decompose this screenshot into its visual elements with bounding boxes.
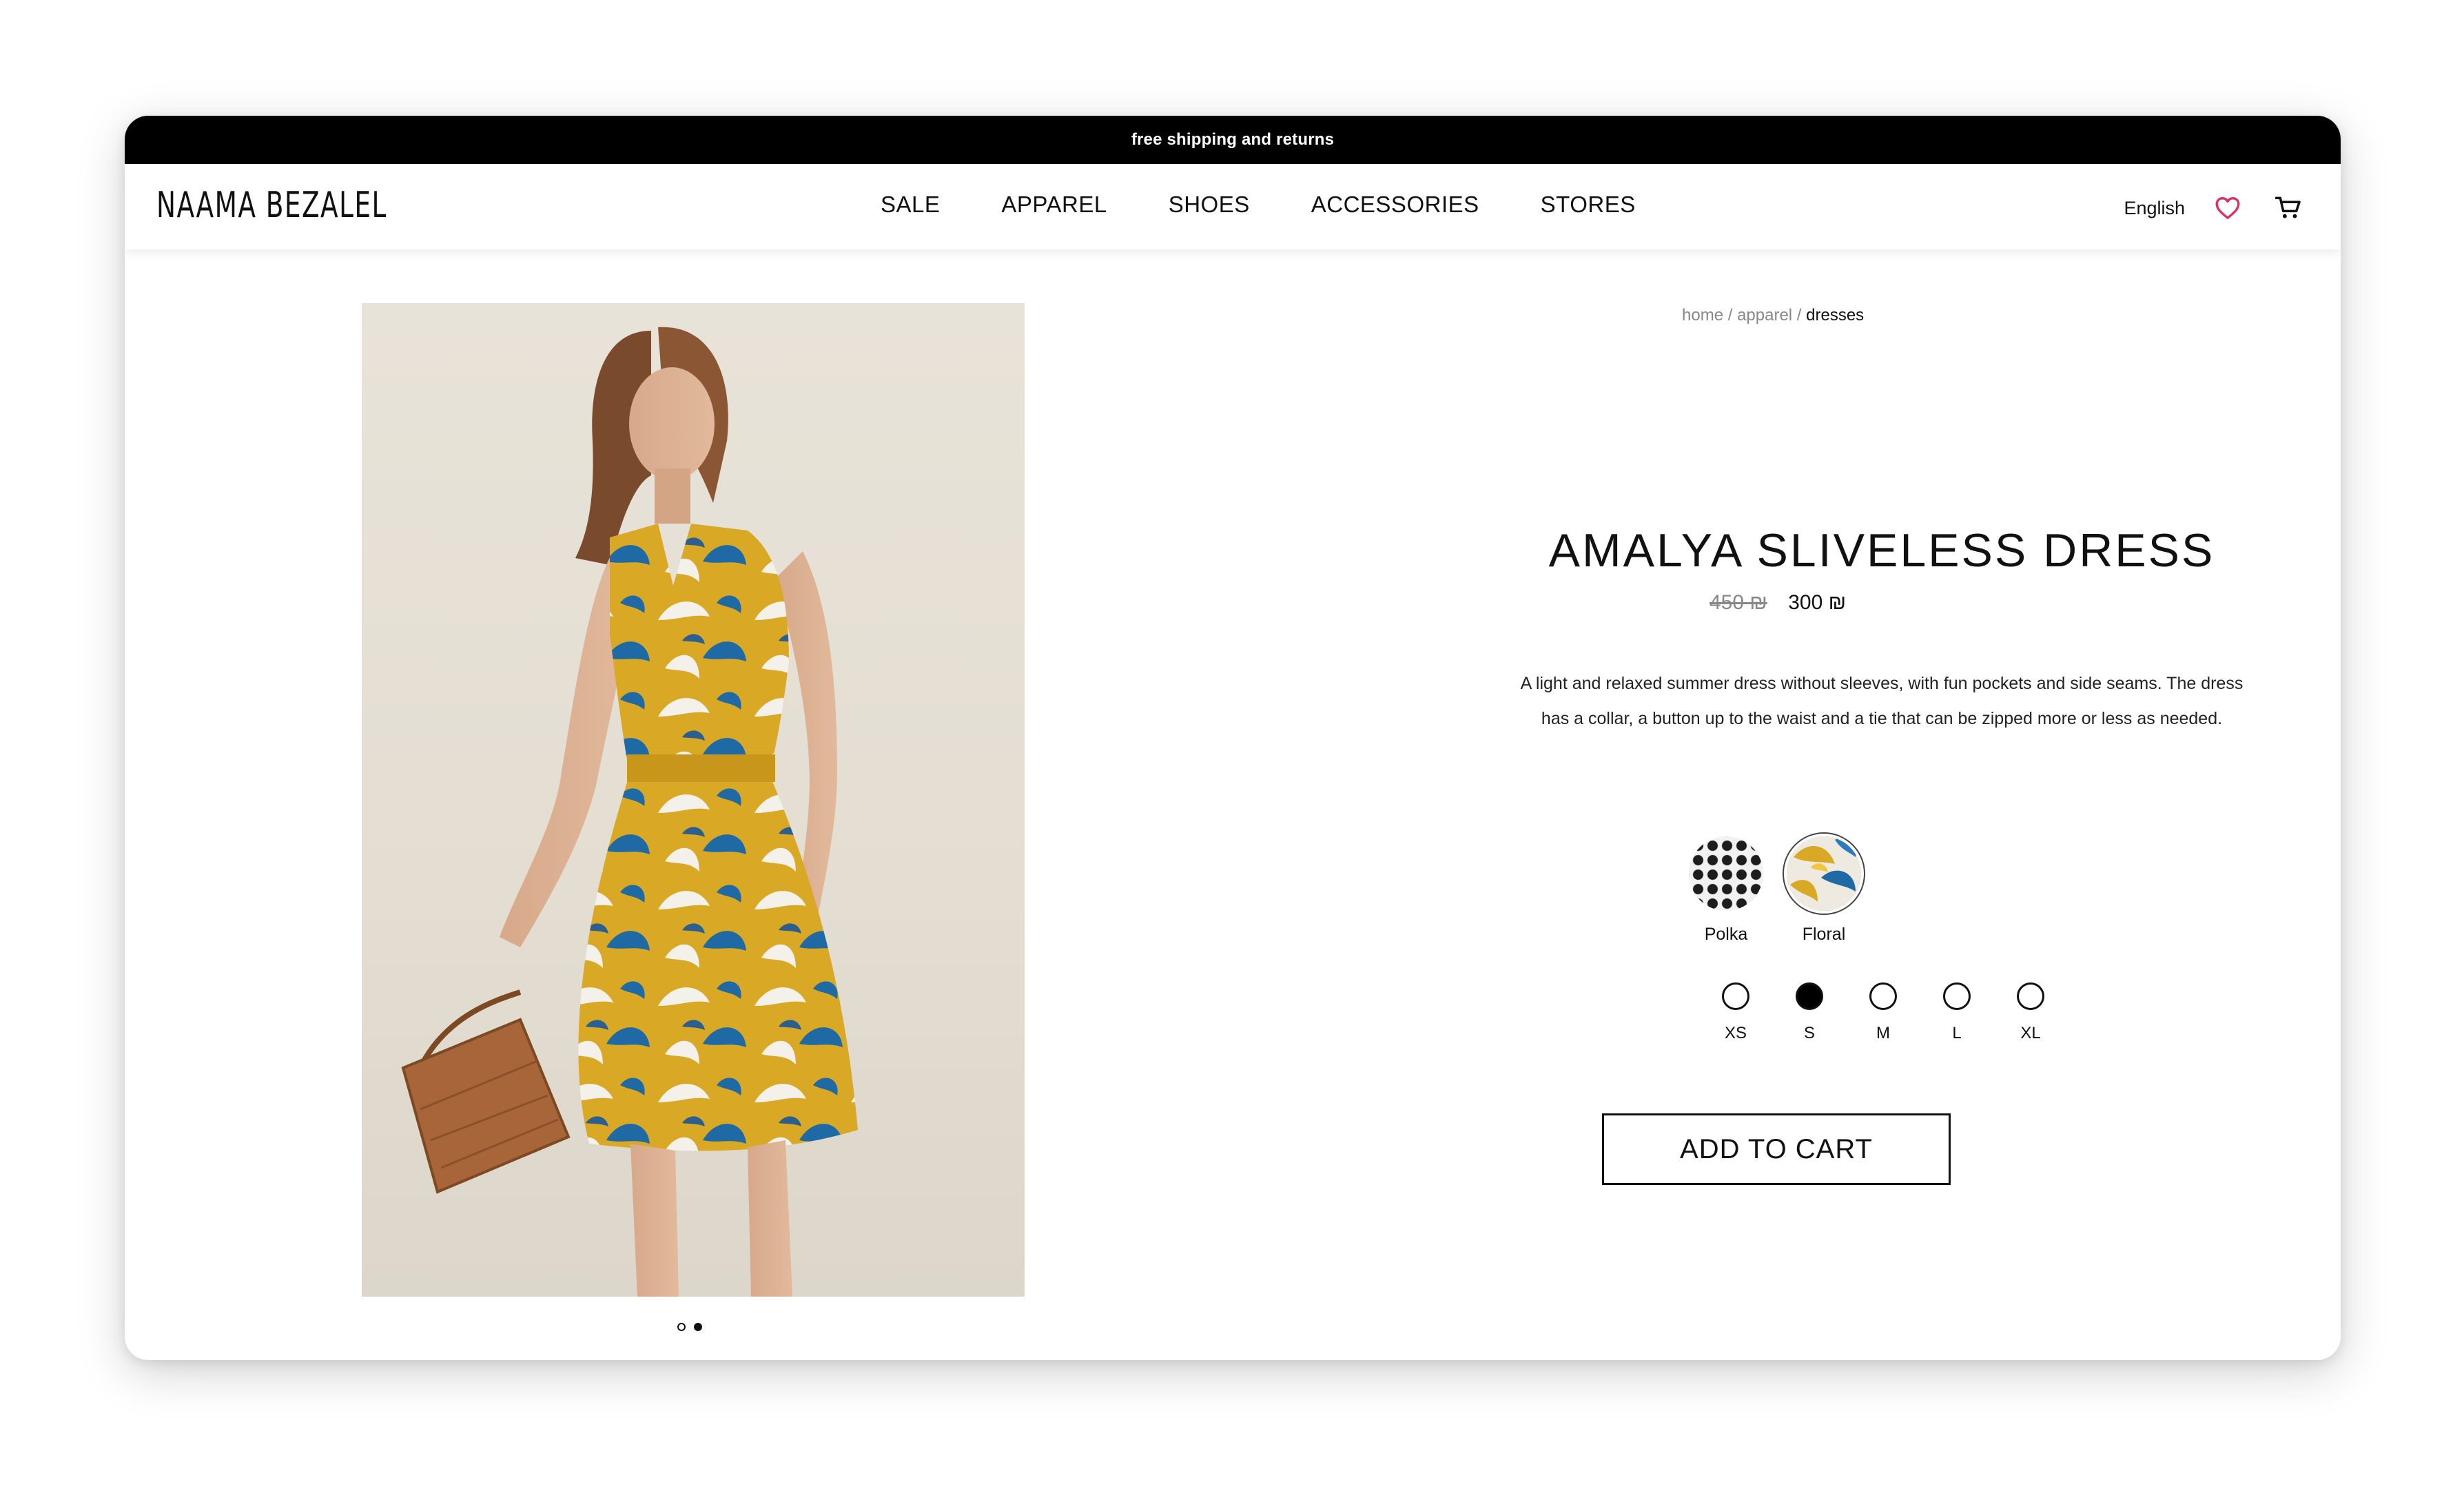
size-label: L	[1952, 1024, 1962, 1042]
cart-icon	[2275, 196, 2301, 218]
product-description: A light and relaxed summer dress without…	[1520, 674, 2244, 728]
swatch-label: Floral	[1802, 925, 1846, 944]
size-option-xl[interactable]: XL	[2017, 982, 2044, 1043]
breadcrumb-home[interactable]: home	[1682, 306, 1723, 325]
add-to-cart-button[interactable]: ADD TO CART	[1602, 1113, 1951, 1185]
main-nav: SALE APPAREL SHOES ACCESSORIES STORES	[881, 192, 1636, 218]
size-radio[interactable]	[2017, 982, 2044, 1010]
size-label: M	[1876, 1024, 1890, 1042]
nav-item-shoes[interactable]: SHOES	[1169, 192, 1250, 218]
size-label: XL	[2020, 1024, 2041, 1042]
nav-item-accessories[interactable]: ACCESSORIES	[1311, 192, 1479, 218]
size-option-m[interactable]: M	[1869, 982, 1897, 1043]
product-title: AMALYA SLIVELESS DRESS	[1548, 524, 2215, 577]
size-option-s[interactable]: S	[1796, 982, 1823, 1043]
nav-item-sale[interactable]: SALE	[881, 192, 940, 218]
promo-text: free shipping and returns	[1131, 130, 1335, 149]
original-price: 450 ₪	[1710, 591, 1767, 614]
nav-item-stores[interactable]: STORES	[1541, 192, 1636, 218]
size-radio[interactable]	[1943, 982, 1971, 1010]
size-radio[interactable]	[1722, 982, 1749, 1010]
product-price: 450 ₪ 300 ₪	[1710, 591, 2054, 615]
image-carousel-dots	[677, 1323, 702, 1331]
size-option-l[interactable]: L	[1943, 982, 1971, 1043]
swatch-floral[interactable]: Floral	[1787, 836, 1861, 945]
heart-icon	[2215, 197, 2240, 219]
swatch-label: Polka	[1704, 925, 1748, 944]
product-image[interactable]	[362, 303, 1025, 1297]
carousel-dot-2[interactable]	[694, 1323, 702, 1331]
breadcrumb-separator: /	[1727, 306, 1733, 325]
brand-logo[interactable]: NAAMA BEZALEL	[156, 185, 387, 226]
promo-banner: free shipping and returns	[125, 116, 2341, 164]
nav-item-apparel[interactable]: APPAREL	[1001, 192, 1107, 218]
size-label: S	[1803, 1024, 1815, 1042]
size-option-xs[interactable]: XS	[1722, 982, 1749, 1043]
sale-price: 300 ₪	[1788, 591, 1847, 614]
language-selector[interactable]: English	[2124, 198, 2185, 219]
size-radio[interactable]	[1869, 982, 1897, 1010]
pattern-selector: Polka Floral	[1689, 836, 1861, 945]
header-actions: English	[2124, 193, 2303, 223]
breadcrumb-apparel[interactable]: apparel	[1737, 306, 1792, 325]
size-selector: XS S M L XL	[1722, 982, 2044, 1043]
breadcrumb: home / apparel / dresses	[1682, 306, 2026, 325]
carousel-dot-1[interactable]	[677, 1323, 686, 1331]
site-header: NAAMA BEZALEL SALE APPAREL SHOES ACCESSO…	[125, 164, 2341, 249]
cart-button[interactable]	[2273, 193, 2303, 223]
wishlist-button[interactable]	[2213, 193, 2243, 223]
browser-window: free shipping and returns NAAMA BEZALEL …	[125, 116, 2341, 1360]
model-photo	[401, 327, 858, 1297]
swatch-polka[interactable]: Polka	[1689, 836, 1763, 945]
breadcrumb-current: dresses	[1806, 306, 1865, 325]
floral-swatch-icon	[1787, 836, 1861, 911]
size-label: XS	[1724, 1024, 1747, 1042]
breadcrumb-separator: /	[1796, 306, 1802, 325]
size-radio[interactable]	[1796, 982, 1823, 1010]
polka-swatch-icon	[1689, 836, 1763, 911]
